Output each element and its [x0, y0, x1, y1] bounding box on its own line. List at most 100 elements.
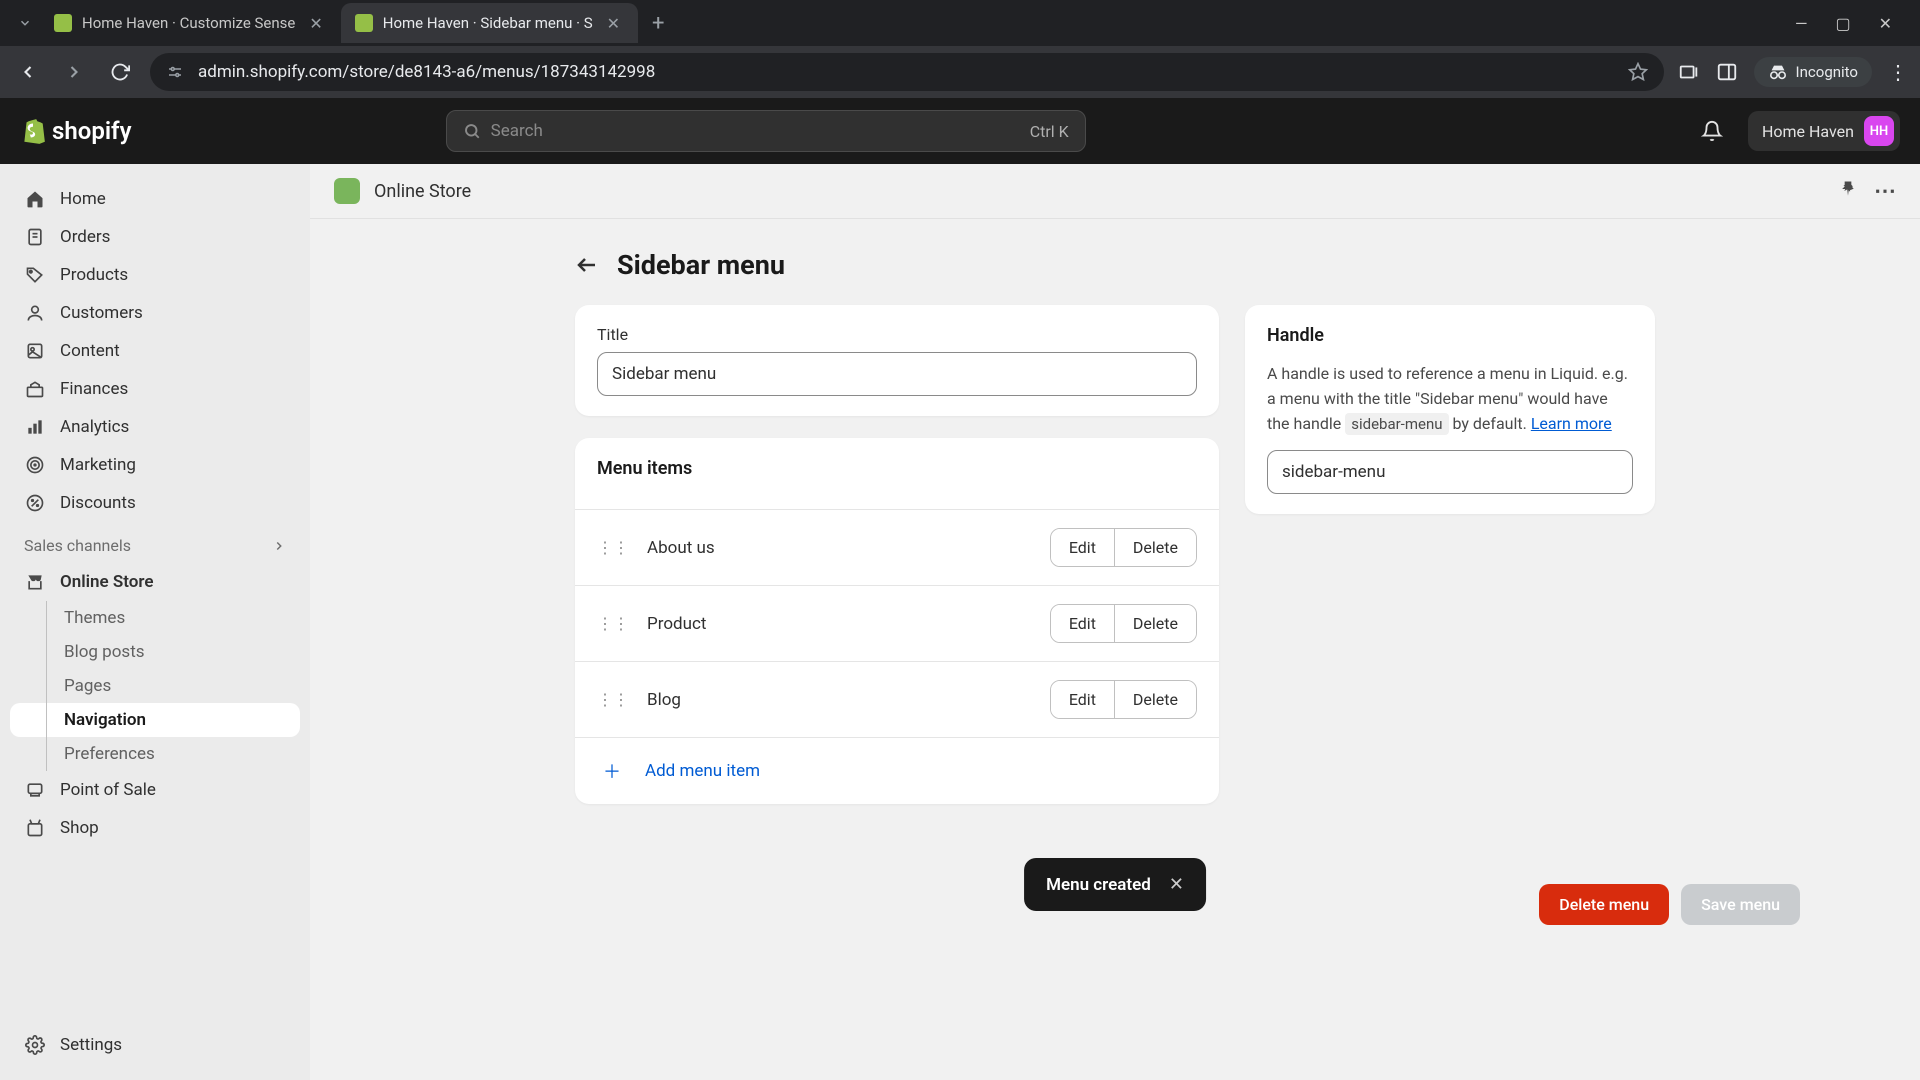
- title-input[interactable]: [597, 352, 1197, 396]
- subnav-pages[interactable]: Pages: [10, 669, 300, 703]
- orders-icon: [24, 226, 46, 248]
- row-actions: Edit Delete: [1050, 528, 1197, 567]
- address-bar: admin.shopify.com/store/de8143-a6/menus/…: [0, 46, 1920, 98]
- store-icon: [24, 571, 46, 593]
- back-button[interactable]: [12, 56, 44, 88]
- subnav-blog-posts[interactable]: Blog posts: [10, 635, 300, 669]
- nav-shop[interactable]: Shop: [10, 809, 300, 847]
- minimize-icon[interactable]: —: [1795, 14, 1808, 33]
- title-card: Title: [575, 305, 1219, 416]
- global-search[interactable]: Search Ctrl K: [446, 110, 1086, 152]
- footer-actions: Delete menu Save menu: [1539, 884, 1800, 925]
- channel-actions: ⋯: [1838, 179, 1896, 204]
- nav-point-of-sale[interactable]: Point of Sale: [10, 771, 300, 809]
- handle-help-text: A handle is used to reference a menu in …: [1267, 362, 1633, 436]
- plus-icon: ＋: [603, 758, 621, 784]
- delete-button[interactable]: Delete: [1114, 529, 1196, 566]
- handle-code-example: sidebar-menu: [1345, 413, 1448, 435]
- toast-close-icon[interactable]: ✕: [1169, 874, 1184, 895]
- maximize-icon[interactable]: ▢: [1835, 14, 1850, 33]
- nav-content[interactable]: Content: [10, 332, 300, 370]
- side-panel-icon[interactable]: [1716, 61, 1738, 83]
- main-column: Title Menu items ⋮⋮ About us Edit Delete: [575, 305, 1219, 804]
- edit-button[interactable]: Edit: [1051, 681, 1114, 718]
- url-input[interactable]: admin.shopify.com/store/de8143-a6/menus/…: [150, 53, 1664, 91]
- edit-button[interactable]: Edit: [1051, 605, 1114, 642]
- browser-tab-inactive[interactable]: Home Haven · Customize Sense ✕: [40, 3, 341, 43]
- subnav-navigation[interactable]: Navigation: [10, 703, 300, 737]
- subnav-themes[interactable]: Themes: [10, 601, 300, 635]
- menu-item-label: Product: [647, 614, 1032, 634]
- nav-discounts[interactable]: Discounts: [10, 484, 300, 522]
- tag-icon: [24, 264, 46, 286]
- tab-title: Home Haven · Customize Sense: [82, 14, 295, 32]
- shopify-bag-icon: [20, 117, 46, 145]
- new-tab-button[interactable]: +: [638, 11, 678, 36]
- nav-home[interactable]: Home: [10, 180, 300, 218]
- search-shortcut: Ctrl K: [1030, 122, 1069, 141]
- save-menu-button[interactable]: Save menu: [1681, 884, 1800, 925]
- chevron-right-icon: [272, 539, 286, 553]
- shopify-favicon: [54, 14, 72, 32]
- drag-handle-icon[interactable]: ⋮⋮: [597, 690, 629, 709]
- more-actions-icon[interactable]: ⋯: [1874, 179, 1896, 204]
- handle-heading: Handle: [1267, 325, 1633, 346]
- tab-title: Home Haven · Sidebar menu · S: [383, 14, 593, 32]
- shopify-logo[interactable]: shopify: [20, 117, 132, 145]
- toolbar-right: Incognito ⋮: [1678, 57, 1908, 87]
- tab-search-dropdown[interactable]: [10, 8, 40, 38]
- pin-icon[interactable]: [1838, 179, 1858, 199]
- media-icon[interactable]: [1678, 61, 1700, 83]
- delete-button[interactable]: Delete: [1114, 605, 1196, 642]
- add-item-label: Add menu item: [645, 761, 760, 781]
- nav-online-store[interactable]: Online Store: [10, 563, 300, 601]
- back-arrow[interactable]: [575, 253, 599, 277]
- nav-settings[interactable]: Settings: [10, 1026, 300, 1064]
- nav-orders[interactable]: Orders: [10, 218, 300, 256]
- site-settings-icon[interactable]: [166, 63, 184, 81]
- learn-more-link[interactable]: Learn more: [1531, 414, 1612, 433]
- row-actions: Edit Delete: [1050, 604, 1197, 643]
- nav-analytics[interactable]: Analytics: [10, 408, 300, 446]
- add-menu-item[interactable]: ＋ Add menu item: [575, 737, 1219, 804]
- menu-item-label: About us: [647, 538, 1032, 558]
- target-icon: [24, 454, 46, 476]
- channel-title: Online Store: [374, 181, 471, 202]
- nav-finances[interactable]: Finances: [10, 370, 300, 408]
- incognito-badge[interactable]: Incognito: [1754, 57, 1872, 87]
- nav-customers[interactable]: Customers: [10, 294, 300, 332]
- drag-handle-icon[interactable]: ⋮⋮: [597, 614, 629, 633]
- shop-icon: [24, 817, 46, 839]
- browser-tab-active[interactable]: Home Haven · Sidebar menu · S ✕: [341, 3, 638, 43]
- reload-button[interactable]: [104, 56, 136, 88]
- close-window-icon[interactable]: ✕: [1879, 14, 1892, 33]
- subnav-preferences[interactable]: Preferences: [10, 737, 300, 771]
- home-icon: [24, 188, 46, 210]
- menu-icon[interactable]: ⋮: [1888, 60, 1908, 84]
- menu-item-row: ⋮⋮ Blog Edit Delete: [575, 661, 1219, 737]
- toast-notification: Menu created ✕: [1024, 858, 1206, 911]
- edit-button[interactable]: Edit: [1051, 529, 1114, 566]
- nav-marketing[interactable]: Marketing: [10, 446, 300, 484]
- analytics-icon: [24, 416, 46, 438]
- drag-handle-icon[interactable]: ⋮⋮: [597, 538, 629, 557]
- delete-menu-button[interactable]: Delete menu: [1539, 884, 1669, 925]
- sales-channels-heading[interactable]: Sales channels: [10, 522, 300, 563]
- admin-sidebar: Home Orders Products Customers Content F…: [0, 164, 310, 1080]
- forward-button[interactable]: [58, 56, 90, 88]
- close-icon[interactable]: ✕: [603, 12, 624, 35]
- delete-button[interactable]: Delete: [1114, 681, 1196, 718]
- window-controls: — ▢ ✕: [1795, 14, 1910, 33]
- search-placeholder: Search: [491, 121, 543, 141]
- store-menu[interactable]: Home Haven HH: [1748, 111, 1900, 151]
- close-icon[interactable]: ✕: [305, 12, 326, 35]
- app-body: Home Orders Products Customers Content F…: [0, 164, 1920, 1080]
- nav-products[interactable]: Products: [10, 256, 300, 294]
- main-panel: Online Store ⋯ Sidebar menu Title: [310, 164, 1920, 1080]
- star-icon[interactable]: [1628, 62, 1648, 82]
- page-title: Sidebar menu: [617, 249, 785, 281]
- handle-input[interactable]: [1267, 450, 1633, 494]
- notifications-button[interactable]: [1694, 113, 1730, 149]
- incognito-icon: [1768, 64, 1788, 80]
- browser-chrome: Home Haven · Customize Sense ✕ Home Have…: [0, 0, 1920, 98]
